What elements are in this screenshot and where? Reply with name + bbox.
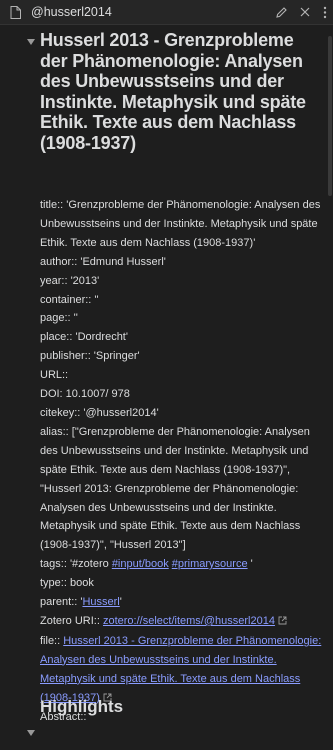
parent-label: parent:: ' <box>40 596 83 609</box>
prop-type: type:: book <box>40 577 94 590</box>
prop-parent: parent:: 'Husserl' <box>40 593 323 612</box>
prop-url: URL:: <box>40 369 69 382</box>
zotero-uri-link[interactable]: zotero://select/items/@husserl2014 <box>103 615 275 627</box>
note-title: Husserl 2013 - Grenzprobleme der Phänome… <box>40 30 306 153</box>
edit-icon[interactable] <box>273 4 289 20</box>
tab-title[interactable]: @husserl2014 <box>31 5 112 19</box>
prop-author: author:: 'Edmund Husserl' <box>40 255 166 268</box>
external-link-icon <box>278 613 287 632</box>
scrollbar-thumb[interactable] <box>328 36 332 196</box>
tags-suffix: ' <box>247 558 253 571</box>
file-link[interactable]: Husserl 2013 - Grenzprobleme der Phänome… <box>40 635 321 704</box>
prop-zotero-uri: Zotero URI:: zotero://select/items/@huss… <box>40 612 323 632</box>
prop-citekey: citekey:: '@husserl2014' <box>40 406 159 419</box>
collapse-arrow-icon[interactable] <box>26 728 36 738</box>
prop-place: place:: 'Dordrecht' <box>40 331 128 344</box>
more-vertical-icon[interactable] <box>321 4 329 20</box>
collapse-arrow-icon[interactable] <box>26 37 36 47</box>
properties-block: title:: 'Grenzprobleme der Phänomenologi… <box>40 196 323 727</box>
prop-doi: DOI: 10.1007/ 978 <box>40 388 130 401</box>
prop-tags: tags:: '#zotero #input/book #primarysour… <box>40 555 323 574</box>
prop-container: container:: '' <box>40 293 99 306</box>
zotero-uri-label: Zotero URI:: <box>40 614 103 627</box>
prop-title: title:: 'Grenzprobleme der Phänomenologi… <box>40 199 321 249</box>
prop-alias: alias:: ["Grenzprobleme der Phänomenolog… <box>40 425 310 552</box>
close-icon[interactable] <box>297 4 313 20</box>
document-icon <box>8 5 22 19</box>
prop-year: year:: '2013' <box>40 274 100 287</box>
prop-page: page:: '' <box>40 312 78 325</box>
tab-header: @husserl2014 <box>0 0 333 25</box>
note-content[interactable]: Husserl 2013 - Grenzprobleme der Phänome… <box>0 25 333 750</box>
tag-primarysource[interactable]: #primarysource <box>172 558 248 570</box>
prop-publisher: publisher:: 'Springer' <box>40 350 140 363</box>
highlights-heading: Highlights <box>40 697 124 716</box>
parent-link[interactable]: Husserl <box>82 596 119 608</box>
file-label: file:: <box>40 634 64 647</box>
tag-input-book[interactable]: #input/book <box>112 558 169 570</box>
tags-label: tags:: '#zotero <box>40 558 112 571</box>
parent-suffix: ' <box>119 596 122 609</box>
